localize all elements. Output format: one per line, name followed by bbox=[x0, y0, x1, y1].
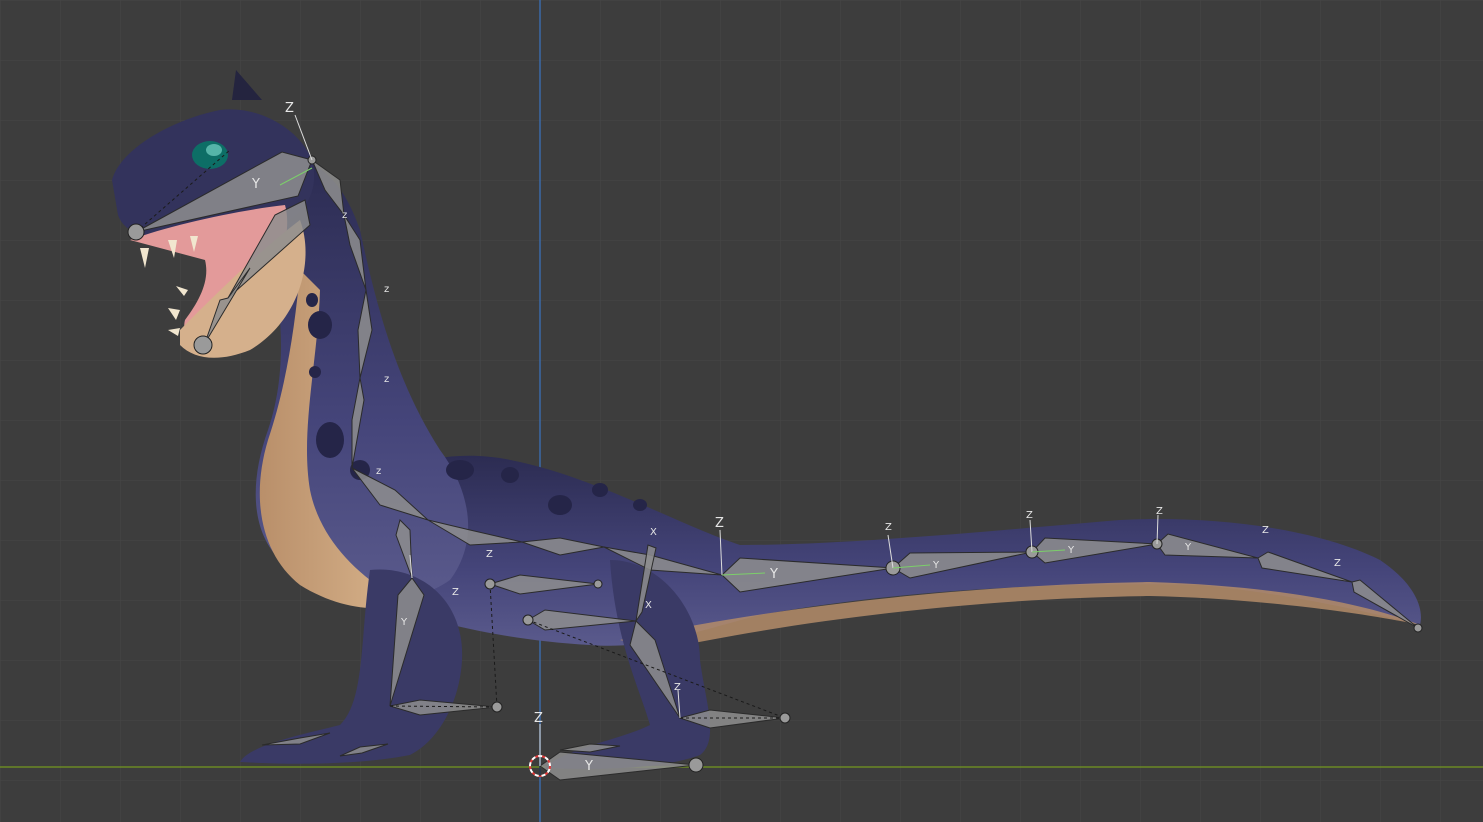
eye-highlight bbox=[206, 144, 222, 156]
axis-label-z-hind-foot: Z bbox=[674, 682, 681, 693]
joint-hip-2[interactable] bbox=[522, 614, 534, 626]
axis-label-z-tail-4: Z bbox=[1262, 525, 1269, 536]
axis-label-x-spine: X bbox=[650, 527, 657, 538]
axis-label-z-tail-5: Z bbox=[1334, 558, 1341, 569]
axis-label-z-tail-1: Z bbox=[885, 522, 892, 533]
axis-label-y-tail-1: Y bbox=[932, 560, 940, 571]
axis-label-y-front-leg: Y bbox=[400, 617, 408, 628]
axis-label-z-tail-3: Z bbox=[1156, 506, 1163, 517]
3d-viewport[interactable]: Z Y Z Y Z Y Z Y Z Y Z Z Z Y Z Y Z Z X X … bbox=[0, 0, 1483, 822]
axis-label-small-z-neck-4: z bbox=[376, 466, 381, 477]
axis-label-x-hind-leg: X bbox=[645, 600, 652, 611]
joint-jaw-tip[interactable] bbox=[193, 335, 213, 355]
axis-label-z-spine: Z bbox=[715, 516, 724, 531]
axis-label-z-hip: Z bbox=[486, 549, 493, 560]
joint-hip-1[interactable] bbox=[484, 578, 496, 590]
axis-label-z-root: Z bbox=[534, 711, 543, 726]
joint-front-ik[interactable] bbox=[491, 701, 503, 713]
axis-label-small-z-neck-3: z bbox=[384, 374, 389, 385]
axis-label-y-root: Y bbox=[584, 759, 593, 774]
axis-label-y-spine: Y bbox=[769, 567, 778, 582]
axis-label-small-z-neck-2: z bbox=[384, 284, 389, 295]
viewport-canvas[interactable]: Z Y Z Y Z Y Z Y Z Y Z Z Z Y Z Y Z Z X X … bbox=[0, 0, 1483, 822]
axis-label-y-head: Y bbox=[251, 177, 260, 192]
joint-hind-foot-end[interactable] bbox=[688, 757, 704, 773]
joint-tail-end[interactable] bbox=[1413, 623, 1423, 633]
axis-label-z-front-leg: Z bbox=[452, 587, 459, 598]
joint-hip-1-tip[interactable] bbox=[593, 579, 603, 589]
axis-label-y-tail-2: Y bbox=[1067, 545, 1075, 556]
joint-hind-ik[interactable] bbox=[779, 712, 791, 724]
axis-label-z-tail-2: Z bbox=[1026, 510, 1033, 521]
axis-label-small-z-neck-1: z bbox=[342, 210, 347, 221]
axis-label-z-head: Z bbox=[285, 101, 294, 116]
axis-label-y-tail-3: Y bbox=[1184, 542, 1192, 553]
joint-head-tip[interactable] bbox=[127, 223, 145, 241]
